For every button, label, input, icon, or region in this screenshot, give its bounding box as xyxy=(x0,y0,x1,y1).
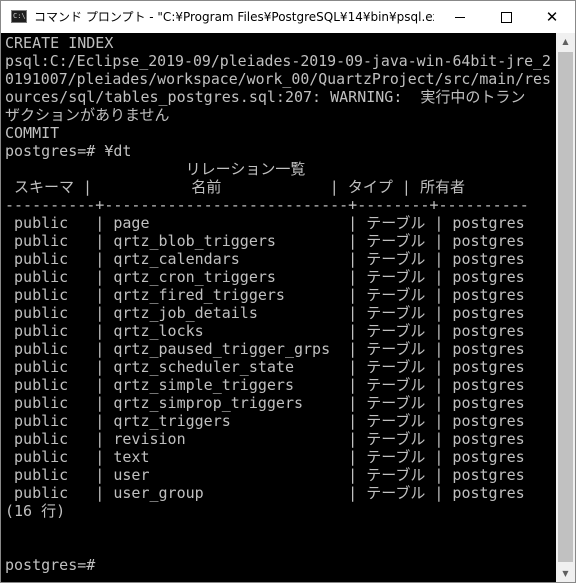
console-line: public | user_group | テーブル | postgres xyxy=(5,484,525,502)
console-line: public | qrtz_triggers | テーブル | postgres xyxy=(5,412,525,430)
maximize-icon xyxy=(500,11,512,23)
scroll-down-arrow-icon[interactable]: ▼ xyxy=(556,565,575,582)
console-line: public | qrtz_fired_triggers | テーブル | po… xyxy=(5,286,525,304)
console-line: public | text | テーブル | postgres xyxy=(5,448,525,466)
vertical-scrollbar[interactable]: ▲ ▼ xyxy=(556,33,575,582)
console-line: (16 行) xyxy=(5,502,66,520)
console-line: ources/sql/tables_postgres.sql:207: WARN… xyxy=(5,88,526,106)
scroll-thumb[interactable] xyxy=(558,52,573,562)
close-icon: ✕ xyxy=(545,7,559,26)
console-line: public | qrtz_scheduler_state | テーブル | p… xyxy=(5,358,525,376)
minimize-icon xyxy=(455,16,465,18)
console-line: public | qrtz_paused_trigger_grps | テーブル… xyxy=(5,340,525,358)
title-bar[interactable]: C:\ コマンド プロンプト - "C:¥Program Files¥Postg… xyxy=(1,1,575,33)
scroll-up-arrow-icon[interactable]: ▲ xyxy=(556,33,575,50)
console-line: postgres=# ¥dt xyxy=(5,142,132,160)
console-line: ザクションがありません xyxy=(5,106,170,124)
console-line: public | qrtz_calendars | テーブル | postgre… xyxy=(5,250,525,268)
console-line: postgres=# xyxy=(5,556,96,574)
console-line: 0191007/pleiades/workspace/work_00/Quart… xyxy=(5,70,551,88)
console-line: public | qrtz_simprop_triggers | テーブル | … xyxy=(5,394,525,412)
command-prompt-window: C:\ コマンド プロンプト - "C:¥Program Files¥Postg… xyxy=(0,0,576,583)
close-button[interactable]: ✕ xyxy=(529,1,575,33)
console-line: public | qrtz_job_details | テーブル | postg… xyxy=(5,304,525,322)
console-prompt-glyph: C:\ xyxy=(13,12,26,20)
console-output[interactable]: CREATE INDEX psql:C:/Eclipse_2019-09/plei… xyxy=(1,33,556,582)
console-line: public | qrtz_simple_triggers | テーブル | p… xyxy=(5,376,525,394)
console-line: ----------+---------------------------+-… xyxy=(5,196,529,214)
console-app-icon: C:\ xyxy=(11,10,27,23)
console-line: public | qrtz_cron_triggers | テーブル | pos… xyxy=(5,268,525,286)
window-title: コマンド プロンプト - "C:¥Program Files¥PostgreSQ… xyxy=(34,10,434,24)
console-line: public | revision | テーブル | postgres xyxy=(5,430,525,448)
console-line: psql:C:/Eclipse_2019-09/pleiades-2019-09… xyxy=(5,52,551,70)
console-line: リレーション一覧 xyxy=(5,160,306,178)
console-line: public | qrtz_blob_triggers | テーブル | pos… xyxy=(5,232,525,250)
maximize-button[interactable] xyxy=(483,1,529,33)
console-line: public | page | テーブル | postgres xyxy=(5,214,525,232)
console-line: CREATE INDEX xyxy=(5,34,114,52)
console-line: COMMIT xyxy=(5,124,60,142)
minimize-button[interactable] xyxy=(437,1,483,33)
console-line: public | user | テーブル | postgres xyxy=(5,466,525,484)
console-line: public | qrtz_locks | テーブル | postgres xyxy=(5,322,525,340)
console-line: スキーマ | 名前 | タイプ | 所有者 xyxy=(5,178,465,196)
